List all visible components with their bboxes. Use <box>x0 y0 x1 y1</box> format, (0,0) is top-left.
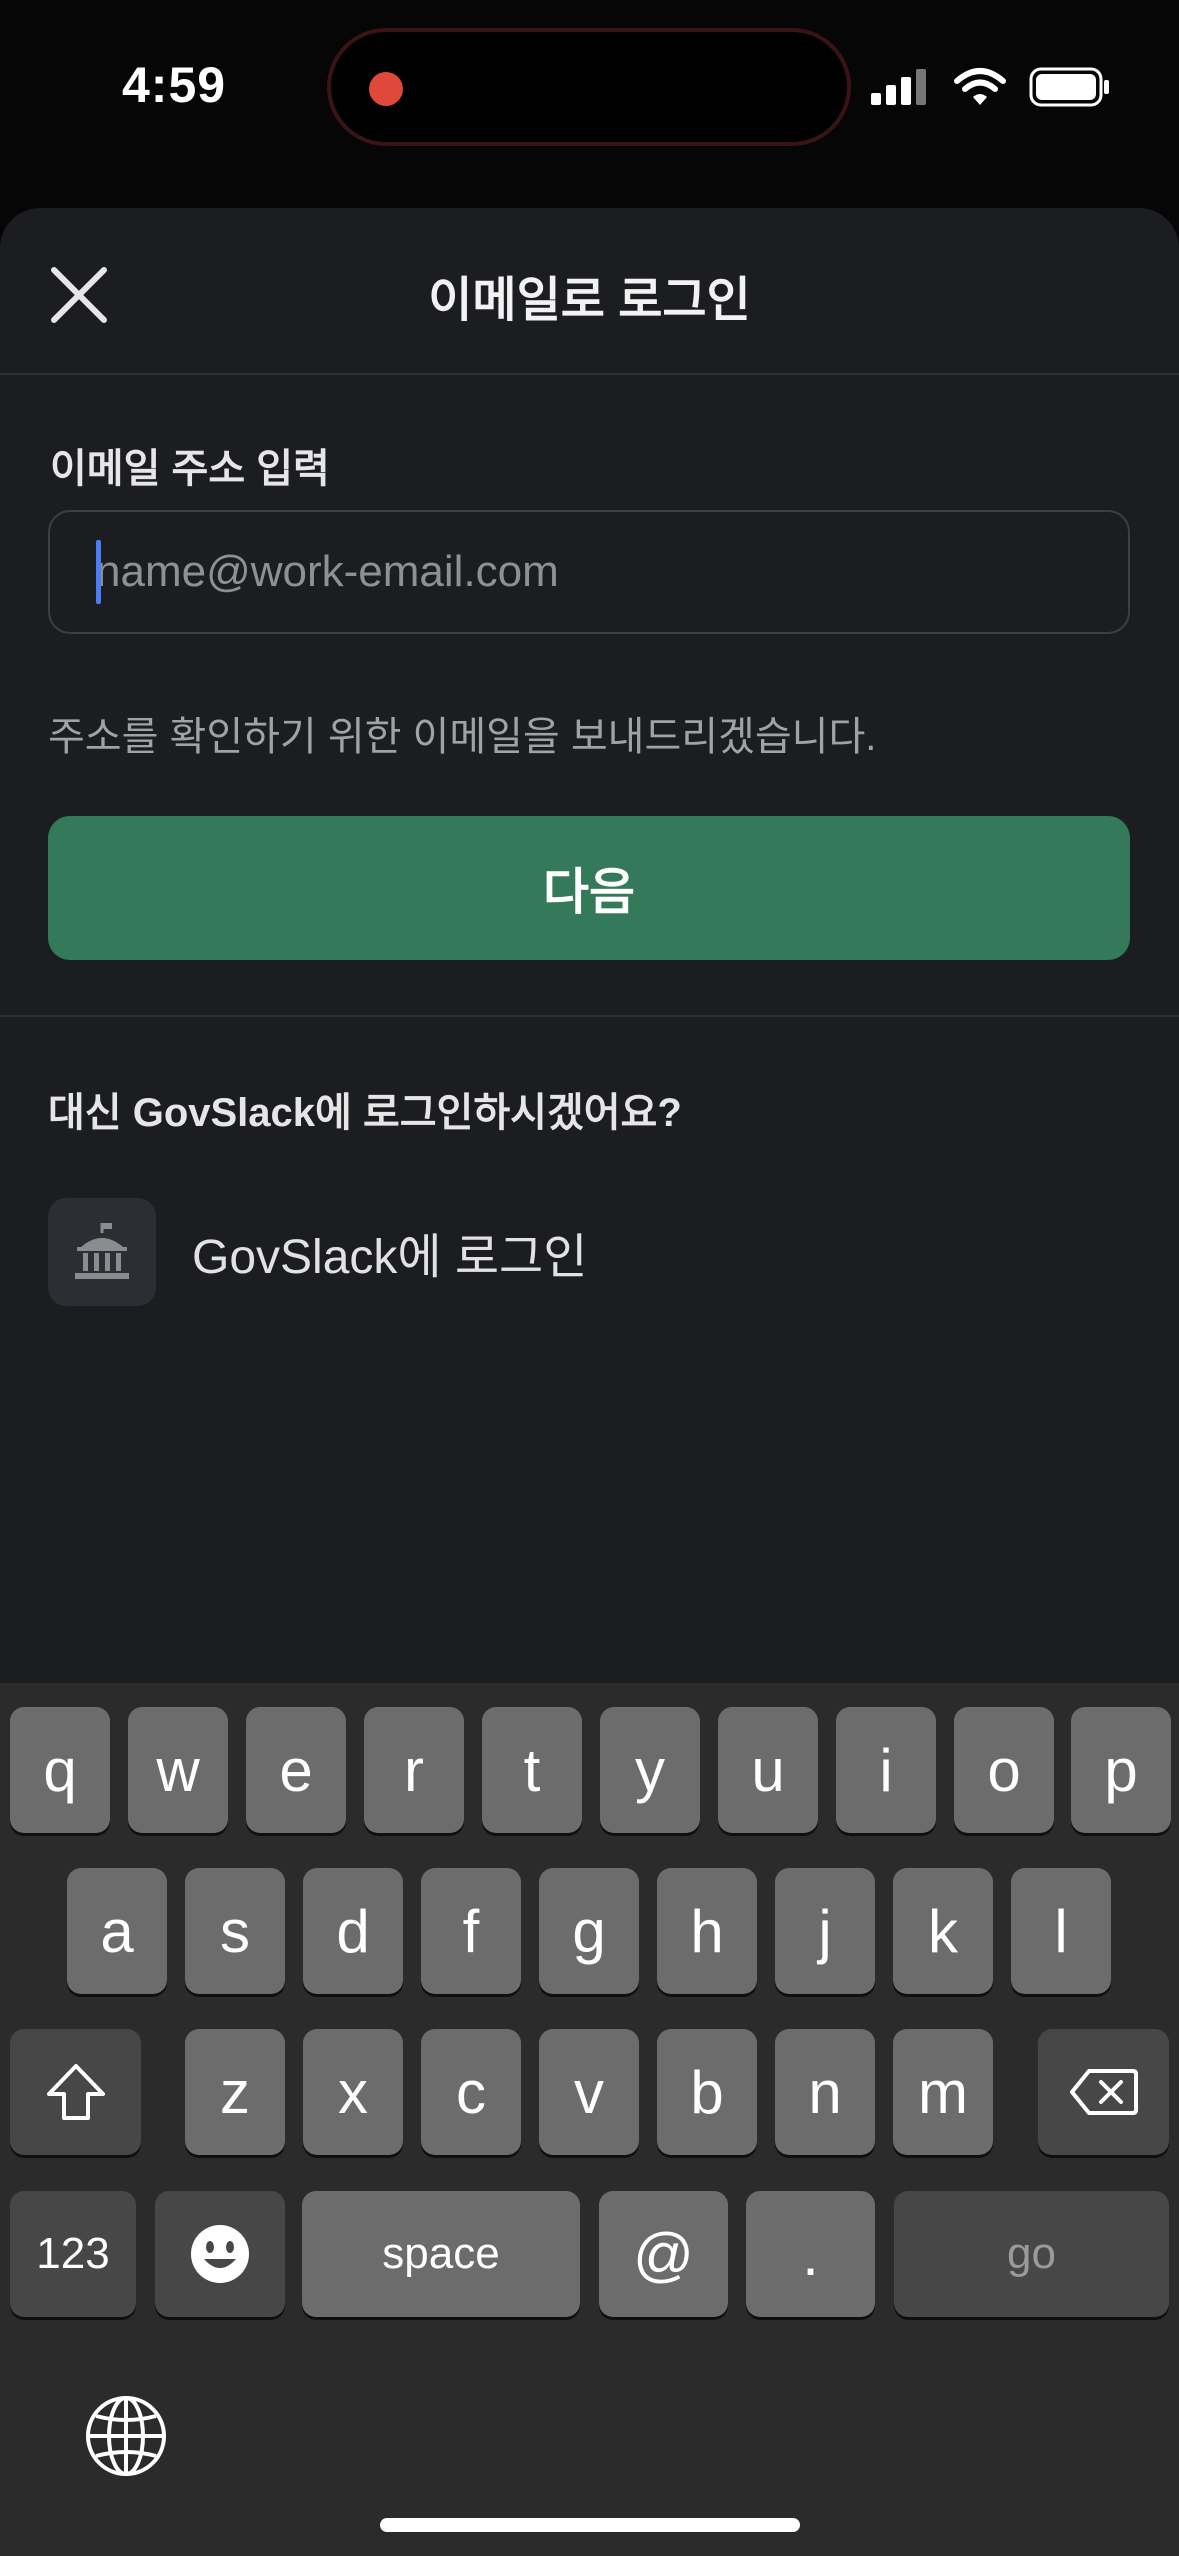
key-r[interactable]: r <box>364 1707 464 1833</box>
key-s[interactable]: s <box>185 1868 285 1994</box>
key-u[interactable]: u <box>718 1707 818 1833</box>
next-button[interactable]: 다음 <box>48 816 1130 960</box>
key-v[interactable]: v <box>539 2029 639 2155</box>
page-title: 이메일로 로그인 <box>428 274 751 327</box>
govslack-login-button[interactable]: GovSlack에 로그인 <box>48 1198 587 1306</box>
email-hint-text: 주소를 확인하기 위한 이메일을 보내드리겠습니다. <box>48 715 877 759</box>
key-b[interactable]: b <box>657 2029 757 2155</box>
recording-indicator-icon <box>369 72 403 106</box>
wifi-icon <box>954 68 1006 105</box>
emoji-key[interactable] <box>155 2191 285 2317</box>
home-indicator[interactable] <box>380 2518 800 2532</box>
email-field[interactable] <box>48 510 1130 634</box>
globe-icon[interactable] <box>84 2394 168 2478</box>
key-period[interactable]: . <box>746 2191 875 2317</box>
govslack-login-label: GovSlack에 로그인 <box>192 1231 588 1284</box>
key-k[interactable]: k <box>893 1868 993 1994</box>
key-a[interactable]: a <box>67 1868 167 1994</box>
govslack-question: 대신 GovSlack에 로그인하시겠어요? <box>48 1091 682 1135</box>
email-field-label: 이메일 주소 입력 <box>50 447 330 491</box>
key-p[interactable]: p <box>1071 1707 1171 1833</box>
shift-arrow-icon <box>46 2064 105 2120</box>
dynamic-island <box>327 28 851 146</box>
section-divider <box>0 1015 1179 1017</box>
key-w[interactable]: w <box>128 1707 228 1833</box>
key-q[interactable]: q <box>10 1707 110 1833</box>
key-m[interactable]: m <box>893 2029 993 2155</box>
key-o[interactable]: o <box>954 1707 1054 1833</box>
key-g[interactable]: g <box>539 1868 639 1994</box>
key-at[interactable]: @ <box>599 2191 728 2317</box>
government-building-icon <box>48 1198 156 1306</box>
go-key[interactable]: go <box>894 2191 1169 2317</box>
key-i[interactable]: i <box>836 1707 936 1833</box>
key-t[interactable]: t <box>482 1707 582 1833</box>
key-y[interactable]: y <box>600 1707 700 1833</box>
key-n[interactable]: n <box>775 2029 875 2155</box>
cellular-signal-icon <box>871 69 926 105</box>
backspace-icon <box>1069 2069 1138 2115</box>
backspace-key[interactable] <box>1038 2029 1169 2155</box>
text-cursor <box>96 540 101 604</box>
key-d[interactable]: d <box>303 1868 403 1994</box>
key-j[interactable]: j <box>775 1868 875 1994</box>
shift-key[interactable] <box>10 2029 141 2155</box>
key-h[interactable]: h <box>657 1868 757 1994</box>
key-f[interactable]: f <box>421 1868 521 1994</box>
key-e[interactable]: e <box>246 1707 346 1833</box>
space-key[interactable]: space <box>302 2191 580 2317</box>
sheet-header: 이메일로 로그인 <box>0 208 1179 375</box>
status-icons <box>871 62 1111 112</box>
status-time: 4:59 <box>122 57 227 113</box>
numbers-key[interactable]: 123 <box>10 2191 136 2317</box>
emoji-icon <box>191 2225 249 2283</box>
key-c[interactable]: c <box>421 2029 521 2155</box>
key-x[interactable]: x <box>303 2029 403 2155</box>
login-sheet: 이메일로 로그인 이메일 주소 입력 주소를 확인하기 위한 이메일을 보내드리… <box>0 208 1179 1688</box>
status-bar: 4:59 <box>0 0 1179 180</box>
key-z[interactable]: z <box>185 2029 285 2155</box>
battery-icon <box>1029 67 1109 107</box>
key-l[interactable]: l <box>1011 1868 1111 1994</box>
